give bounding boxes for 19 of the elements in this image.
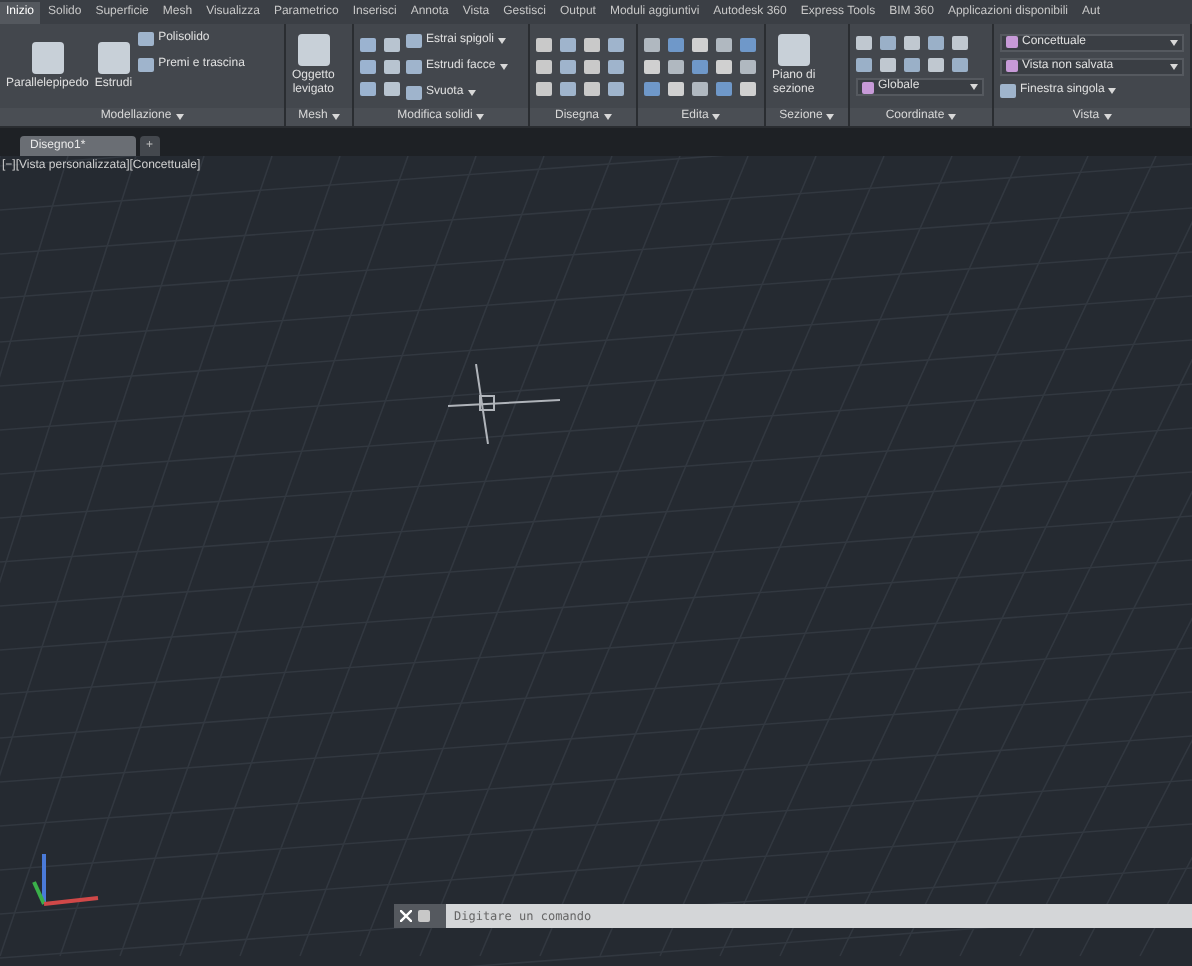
- crosshair-cursor-icon: [448, 364, 560, 444]
- caret-icon: [1170, 63, 1178, 69]
- caret-icon: [948, 114, 957, 120]
- caret-icon: [476, 114, 485, 120]
- caret-icon: [1108, 87, 1117, 93]
- caret-icon: [498, 37, 507, 43]
- caret-icon: [826, 114, 835, 120]
- caret-icon: [970, 84, 978, 90]
- caret-icon: [175, 114, 184, 120]
- caret-icon: [331, 114, 340, 120]
- caret-icon: [1170, 39, 1178, 45]
- ucs-axes-icon: [30, 850, 102, 910]
- caret-icon: [499, 63, 508, 69]
- tool-icon[interactable]: [1000, 83, 1016, 97]
- caret-icon: [712, 114, 721, 120]
- caret-icon: [467, 89, 476, 95]
- close-icon[interactable]: [400, 910, 412, 922]
- caret-icon: [1103, 114, 1112, 120]
- caret-icon: [603, 114, 611, 120]
